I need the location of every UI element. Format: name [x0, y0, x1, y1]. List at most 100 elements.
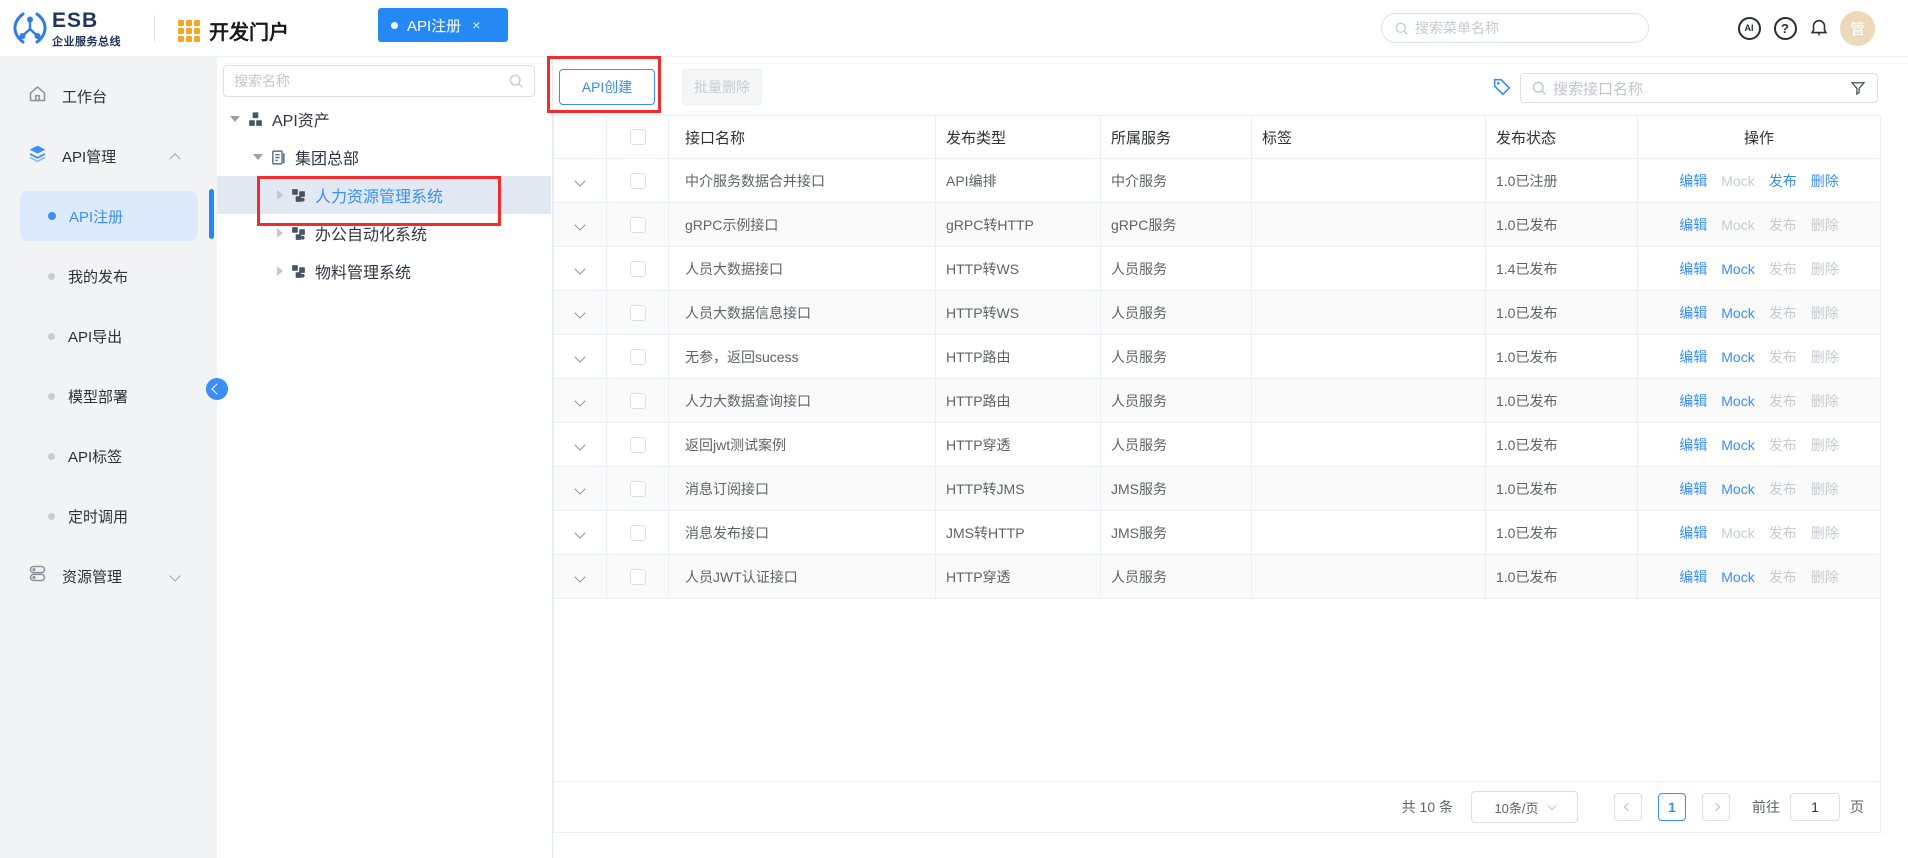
mock-link[interactable]: Mock: [1721, 217, 1754, 233]
delete-link[interactable]: 删除: [1811, 567, 1839, 587]
delete-link[interactable]: 删除: [1811, 171, 1839, 191]
tree-node-集团总部[interactable]: 集团总部: [217, 138, 551, 176]
tree-node-API资产[interactable]: API资产: [217, 100, 551, 138]
menu-search-input[interactable]: 搜索菜单名称: [1381, 13, 1649, 43]
goto-page-input[interactable]: 1: [1790, 793, 1840, 821]
filter-funnel-icon[interactable]: [1849, 79, 1867, 97]
row-checkbox[interactable]: [629, 216, 646, 233]
publish-link[interactable]: 发布: [1769, 215, 1797, 235]
tag-icon[interactable]: [1491, 76, 1513, 98]
sidebar-item-工作台[interactable]: 工作台: [0, 66, 217, 126]
edit-link[interactable]: 编辑: [1679, 347, 1707, 367]
publish-link[interactable]: 发布: [1769, 259, 1797, 279]
delete-link[interactable]: 删除: [1811, 435, 1839, 455]
delete-link[interactable]: 删除: [1811, 523, 1839, 543]
notification-button[interactable]: [1806, 15, 1832, 41]
asset-cubes-icon: [247, 111, 264, 128]
select-all-checkbox[interactable]: [629, 129, 646, 145]
api-create-button[interactable]: API创建: [559, 69, 655, 105]
row-expand-icon[interactable]: [574, 570, 586, 583]
row-expand-icon[interactable]: [574, 218, 586, 231]
edit-link[interactable]: 编辑: [1679, 303, 1707, 323]
mock-link[interactable]: Mock: [1721, 393, 1754, 409]
sidebar-subitem-我的发布[interactable]: 我的发布: [20, 251, 198, 301]
mock-link[interactable]: Mock: [1721, 437, 1754, 453]
ai-assistant-button[interactable]: AI: [1736, 15, 1762, 41]
row-checkbox[interactable]: [629, 480, 646, 497]
help-button[interactable]: ?: [1772, 15, 1798, 41]
page-size-select[interactable]: 10条/页: [1471, 791, 1578, 823]
tree-node-物料管理系统[interactable]: 物料管理系统: [217, 252, 551, 290]
edit-link[interactable]: 编辑: [1679, 523, 1707, 543]
row-checkbox[interactable]: [629, 568, 646, 585]
edit-link[interactable]: 编辑: [1679, 391, 1707, 411]
sidebar-subitem-API注册[interactable]: API注册: [20, 191, 198, 241]
edit-link[interactable]: 编辑: [1679, 259, 1707, 279]
publish-link[interactable]: 发布: [1769, 479, 1797, 499]
caret-expanded-icon[interactable]: [253, 154, 263, 160]
mock-link[interactable]: Mock: [1721, 481, 1754, 497]
edit-link[interactable]: 编辑: [1679, 435, 1707, 455]
row-expand-icon[interactable]: [574, 174, 586, 187]
row-checkbox[interactable]: [629, 436, 646, 453]
row-checkbox[interactable]: [629, 392, 646, 409]
row-expand-icon[interactable]: [574, 482, 586, 495]
delete-link[interactable]: 删除: [1811, 391, 1839, 411]
row-expand-icon[interactable]: [574, 526, 586, 539]
row-checkbox[interactable]: [629, 304, 646, 321]
batch-delete-button[interactable]: 批量删除: [682, 69, 762, 105]
row-expand-icon[interactable]: [574, 438, 586, 451]
tab-close-icon[interactable]: ×: [472, 17, 480, 33]
edit-link[interactable]: 编辑: [1679, 215, 1707, 235]
edit-link[interactable]: 编辑: [1679, 479, 1707, 499]
row-expand-icon[interactable]: [574, 350, 586, 363]
publish-link[interactable]: 发布: [1769, 567, 1797, 587]
caret-collapsed-icon[interactable]: [277, 190, 283, 200]
row-expand-icon[interactable]: [574, 262, 586, 275]
row-checkbox[interactable]: [629, 260, 646, 277]
tree-node-人力资源管理系统[interactable]: 人力资源管理系统: [217, 176, 551, 214]
row-checkbox[interactable]: [629, 172, 646, 189]
sidebar-subitem-模型部署[interactable]: 模型部署: [20, 371, 198, 421]
mock-link[interactable]: Mock: [1721, 349, 1754, 365]
panel-collapse-button[interactable]: [206, 378, 228, 400]
row-checkbox[interactable]: [629, 348, 646, 365]
row-expand-icon[interactable]: [574, 306, 586, 319]
sidebar-subitem-API标签[interactable]: API标签: [20, 431, 198, 481]
caret-collapsed-icon[interactable]: [277, 266, 283, 276]
prev-page-button[interactable]: [1614, 793, 1642, 821]
delete-link[interactable]: 删除: [1811, 347, 1839, 367]
publish-link[interactable]: 发布: [1769, 303, 1797, 323]
mock-link[interactable]: Mock: [1721, 305, 1754, 321]
tab-api-register[interactable]: API注册 ×: [378, 8, 508, 42]
publish-link[interactable]: 发布: [1769, 171, 1797, 191]
delete-link[interactable]: 删除: [1811, 259, 1839, 279]
edit-link[interactable]: 编辑: [1679, 567, 1707, 587]
delete-link[interactable]: 删除: [1811, 215, 1839, 235]
delete-link[interactable]: 删除: [1811, 479, 1839, 499]
mock-link[interactable]: Mock: [1721, 261, 1754, 277]
publish-link[interactable]: 发布: [1769, 347, 1797, 367]
caret-expanded-icon[interactable]: [230, 116, 240, 122]
publish-link[interactable]: 发布: [1769, 391, 1797, 411]
tree-search-input[interactable]: 搜索名称: [223, 65, 535, 97]
current-page-button[interactable]: 1: [1658, 793, 1686, 821]
user-avatar[interactable]: 管: [1840, 11, 1875, 46]
publish-link[interactable]: 发布: [1769, 435, 1797, 455]
edit-link[interactable]: 编辑: [1679, 171, 1707, 191]
sidebar-subitem-API导出[interactable]: API导出: [20, 311, 198, 361]
sidebar-subitem-定时调用[interactable]: 定时调用: [20, 491, 198, 541]
mock-link[interactable]: Mock: [1721, 525, 1754, 541]
row-checkbox[interactable]: [629, 524, 646, 541]
delete-link[interactable]: 删除: [1811, 303, 1839, 323]
mock-link[interactable]: Mock: [1721, 569, 1754, 585]
mock-link[interactable]: Mock: [1721, 173, 1754, 189]
publish-link[interactable]: 发布: [1769, 523, 1797, 543]
tree-node-办公自动化系统[interactable]: 办公自动化系统: [217, 214, 551, 252]
row-expand-icon[interactable]: [574, 394, 586, 407]
next-page-button[interactable]: [1702, 793, 1730, 821]
sidebar-item-API管理[interactable]: API管理: [0, 126, 217, 186]
sidebar-item-资源管理[interactable]: 资源管理: [0, 546, 217, 606]
caret-collapsed-icon[interactable]: [277, 228, 283, 238]
interface-search-input[interactable]: 搜索接口名称: [1520, 73, 1878, 103]
